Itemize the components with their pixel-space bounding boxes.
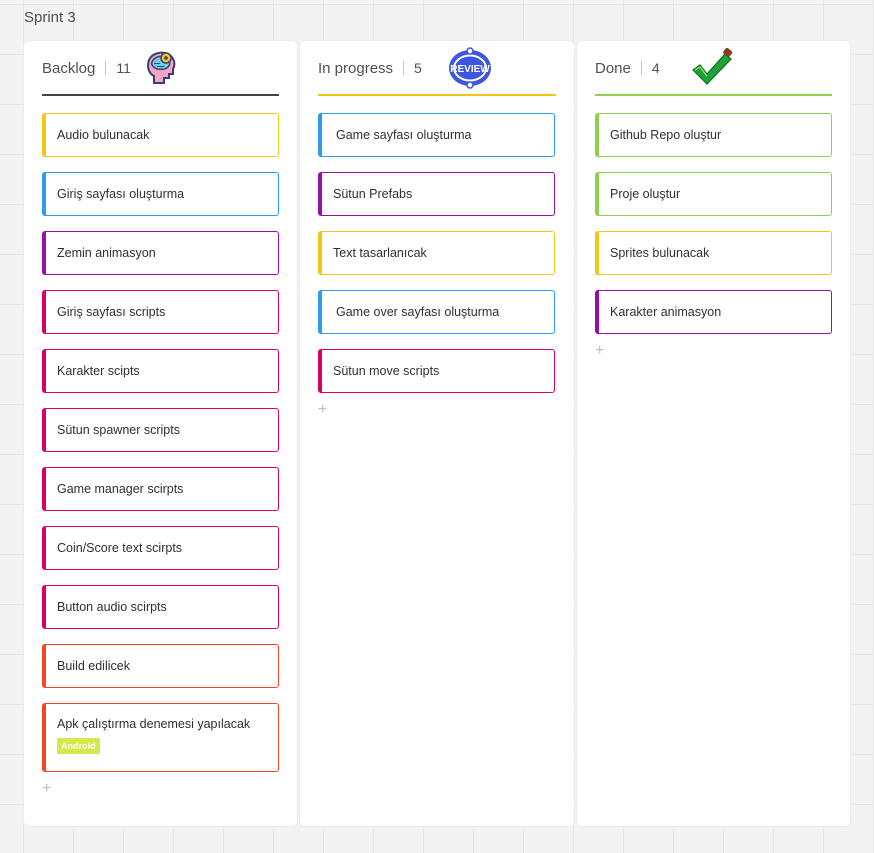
card-text: Audio bulunacak xyxy=(57,128,150,142)
card-count: 4 xyxy=(651,59,660,76)
card-text: Apk çalıştırma denemesi yapılacak xyxy=(57,717,251,731)
card-text: Sütun spawner scripts xyxy=(57,423,180,437)
column-in-progress: In progress 5 REVIEW Game sayfası oluştu… xyxy=(300,41,574,826)
card[interactable]: Giriş sayfası oluşturma xyxy=(42,172,279,216)
card-text: Build edilicek xyxy=(57,659,130,673)
column-title[interactable]: Backlog xyxy=(42,59,95,77)
card-text: Text tasarlanıcak xyxy=(333,246,427,260)
card[interactable]: Coin/Score text scirpts xyxy=(42,526,279,570)
card-text: Karakter animasyon xyxy=(610,305,722,319)
card-text: Game sayfası oluşturma xyxy=(336,128,472,142)
card[interactable]: Game sayfası oluşturma xyxy=(318,113,555,157)
card-text: Giriş sayfası scripts xyxy=(57,305,166,319)
column-header: Backlog 11 xyxy=(42,41,279,96)
card[interactable]: Apk çalıştırma denemesi yapılacak Androi… xyxy=(42,703,279,772)
card-text: Sütun move scripts xyxy=(333,364,440,378)
card[interactable]: Karakter animasyon xyxy=(595,290,832,334)
card-tag[interactable]: Android xyxy=(57,738,100,754)
card[interactable]: Audio bulunacak xyxy=(42,113,279,157)
column-header-divider xyxy=(403,60,405,75)
card[interactable]: Karakter scipts xyxy=(42,349,279,393)
column-header: Done 4 xyxy=(595,41,832,96)
card[interactable]: Button audio scirpts xyxy=(42,585,279,629)
card-text: Button audio scirpts xyxy=(57,600,167,614)
frame-title[interactable]: Sprint 3 xyxy=(24,9,76,26)
card[interactable]: Text tasarlanıcak xyxy=(318,231,555,275)
card-list: Audio bulunacak Giriş sayfası oluşturma … xyxy=(42,113,279,798)
brain-head-sticker-icon[interactable] xyxy=(145,50,177,86)
card[interactable]: Game over sayfası oluşturma xyxy=(318,290,555,334)
card-text: Proje oluştur xyxy=(610,187,681,201)
column-header: In progress 5 REVIEW xyxy=(318,41,556,96)
card-count: 11 xyxy=(116,59,131,76)
card[interactable]: Github Repo oluştur xyxy=(595,113,832,157)
review-badge-text: REVIEW xyxy=(450,64,490,75)
card-list: Github Repo oluştur Proje oluştur Sprite… xyxy=(595,113,832,360)
column-backlog: Backlog 11 Audio bulunacak Giriş sayfası… xyxy=(24,41,297,826)
review-badge-icon[interactable]: REVIEW xyxy=(448,46,492,89)
card[interactable]: Sprites bulunacak xyxy=(595,231,832,275)
column-done: Done 4 Github Repo oluştur Proje oluştur… xyxy=(577,41,850,826)
card-text: Game over sayfası oluşturma xyxy=(336,305,500,319)
column-title[interactable]: Done xyxy=(595,59,631,77)
card-text: Github Repo oluştur xyxy=(610,128,722,142)
add-card-button[interactable]: + xyxy=(42,780,56,798)
card[interactable]: Sütun Prefabs xyxy=(318,172,555,216)
card-text: Sprites bulunacak xyxy=(610,246,710,260)
column-title[interactable]: In progress xyxy=(318,59,393,77)
add-card-button[interactable]: + xyxy=(595,342,609,360)
card-text: Karakter scipts xyxy=(57,364,140,378)
card-text: Coin/Score text scirpts xyxy=(57,541,183,555)
card[interactable]: Sütun move scripts xyxy=(318,349,555,393)
card-count: 5 xyxy=(414,59,422,76)
card[interactable]: Zemin animasyon xyxy=(42,231,279,275)
card[interactable]: Giriş sayfası scripts xyxy=(42,290,279,334)
add-card-button[interactable]: + xyxy=(318,401,332,419)
card-text: Sütun Prefabs xyxy=(333,187,413,201)
column-header-divider xyxy=(640,60,642,75)
card-list: Game sayfası oluşturma Sütun Prefabs Tex… xyxy=(318,113,556,419)
card-text: Giriş sayfası oluşturma xyxy=(57,187,185,201)
card[interactable]: Build edilicek xyxy=(42,644,279,688)
card[interactable]: Game manager scirpts xyxy=(42,467,279,511)
card-text: Zemin animasyon xyxy=(57,246,156,260)
checkmark-icon[interactable] xyxy=(690,47,734,88)
card[interactable]: Sütun spawner scripts xyxy=(42,408,279,452)
card-text: Game manager scirpts xyxy=(57,482,184,496)
card[interactable]: Proje oluştur xyxy=(595,172,832,216)
column-header-divider xyxy=(105,60,107,75)
